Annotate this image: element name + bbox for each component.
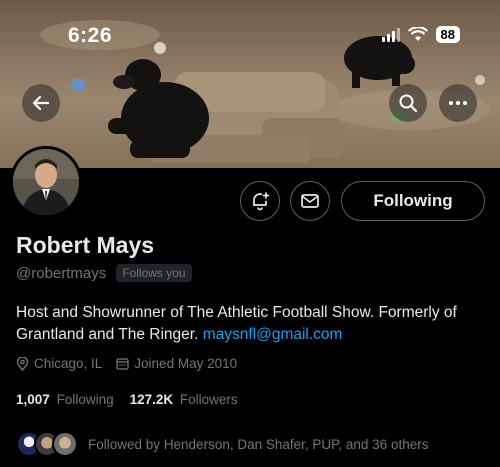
signal-icon	[381, 27, 400, 42]
notifications-button[interactable]	[240, 181, 280, 221]
handle-row: @robertmays Follows you	[16, 264, 192, 282]
avatar-image	[13, 149, 79, 215]
profile-bio: Host and Showrunner of The Athletic Foot…	[16, 302, 486, 346]
search-button[interactable]	[389, 84, 427, 122]
mail-icon	[301, 194, 319, 208]
following-button[interactable]: Following	[341, 181, 485, 221]
profile-avatar[interactable]	[10, 146, 82, 218]
search-icon	[399, 94, 418, 113]
followers-label: Followers	[179, 392, 238, 407]
status-indicators: 88	[381, 26, 460, 43]
more-icon	[449, 101, 467, 105]
message-button[interactable]	[290, 181, 330, 221]
followers-stat[interactable]: 127.2K Followers	[130, 392, 238, 407]
bell-plus-icon	[253, 192, 270, 211]
location-text: Chicago, IL	[34, 356, 103, 371]
followed-by-row[interactable]: Followed by Henderson, Dan Shafer, PUP, …	[16, 431, 428, 457]
profile-name: Robert Mays	[16, 232, 155, 258]
battery-indicator: 88	[435, 26, 460, 43]
follower-avatars	[16, 431, 78, 457]
follows-you-badge: Follows you	[116, 264, 192, 282]
joined-text: Joined May 2010	[134, 356, 238, 371]
more-options-button[interactable]	[439, 84, 477, 122]
following-label: Following	[56, 392, 114, 407]
back-button[interactable]	[22, 84, 60, 122]
follower-avatar	[52, 431, 78, 457]
location-item: Chicago, IL	[16, 356, 102, 371]
location-pin-icon	[16, 356, 29, 371]
profile-meta: Chicago, IL Joined May 2010	[16, 356, 237, 371]
back-arrow-icon	[32, 95, 50, 111]
calendar-icon	[116, 358, 129, 370]
profile-handle: @robertmays	[16, 264, 107, 282]
wifi-icon	[407, 27, 428, 41]
bio-email-link[interactable]: maysnfl@gmail.com	[203, 326, 343, 343]
following-count: 1,007	[16, 392, 50, 407]
joined-item: Joined May 2010	[116, 356, 237, 371]
followers-count: 127.2K	[129, 392, 174, 407]
following-stat[interactable]: 1,007 Following	[16, 392, 114, 407]
followed-by-text: Followed by Henderson, Dan Shafer, PUP, …	[88, 436, 429, 452]
profile-banner[interactable]: 6:26 88	[0, 0, 500, 168]
follow-stats: 1,007 Following 127.2K Followers	[16, 392, 238, 407]
status-time: 6:26	[68, 24, 113, 47]
